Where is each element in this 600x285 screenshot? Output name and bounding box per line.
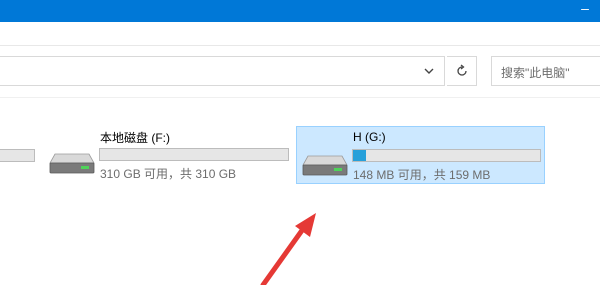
content-divider (0, 97, 600, 98)
search-input[interactable]: 搜索"此电脑" (501, 64, 570, 81)
search-box[interactable]: 搜索"此电脑" (491, 56, 600, 86)
drive-usage-bar (352, 149, 541, 162)
hard-drive-icon (49, 153, 95, 174)
refresh-icon (457, 64, 467, 76)
address-bar[interactable] (0, 56, 445, 86)
drive-name: H (G:) (353, 130, 386, 144)
ribbon-divider (0, 45, 600, 46)
minimize-button[interactable]: – (576, 1, 594, 19)
chevron-down-icon[interactable] (422, 63, 436, 79)
drive-usage-fill (353, 150, 367, 161)
window-titlebar: – (0, 0, 600, 22)
drive-space-text: 148 MB 可用，共 159 MB (353, 168, 491, 182)
drive-space-text: 310 GB 可用，共 310 GB (100, 167, 237, 181)
drive-usage-bar (99, 148, 289, 161)
partial-drive-usage-bar (0, 149, 35, 162)
annotation-arrow-icon (260, 213, 316, 285)
refresh-button[interactable] (447, 56, 477, 86)
drive-item-f[interactable]: 本地磁盘 (F:) 310 GB 可用，共 310 GB (46, 124, 291, 182)
hard-drive-icon (302, 155, 348, 176)
drive-item-g[interactable]: H (G:) 148 MB 可用，共 159 MB (296, 126, 545, 184)
drive-name: 本地磁盘 (F:) (100, 131, 170, 145)
